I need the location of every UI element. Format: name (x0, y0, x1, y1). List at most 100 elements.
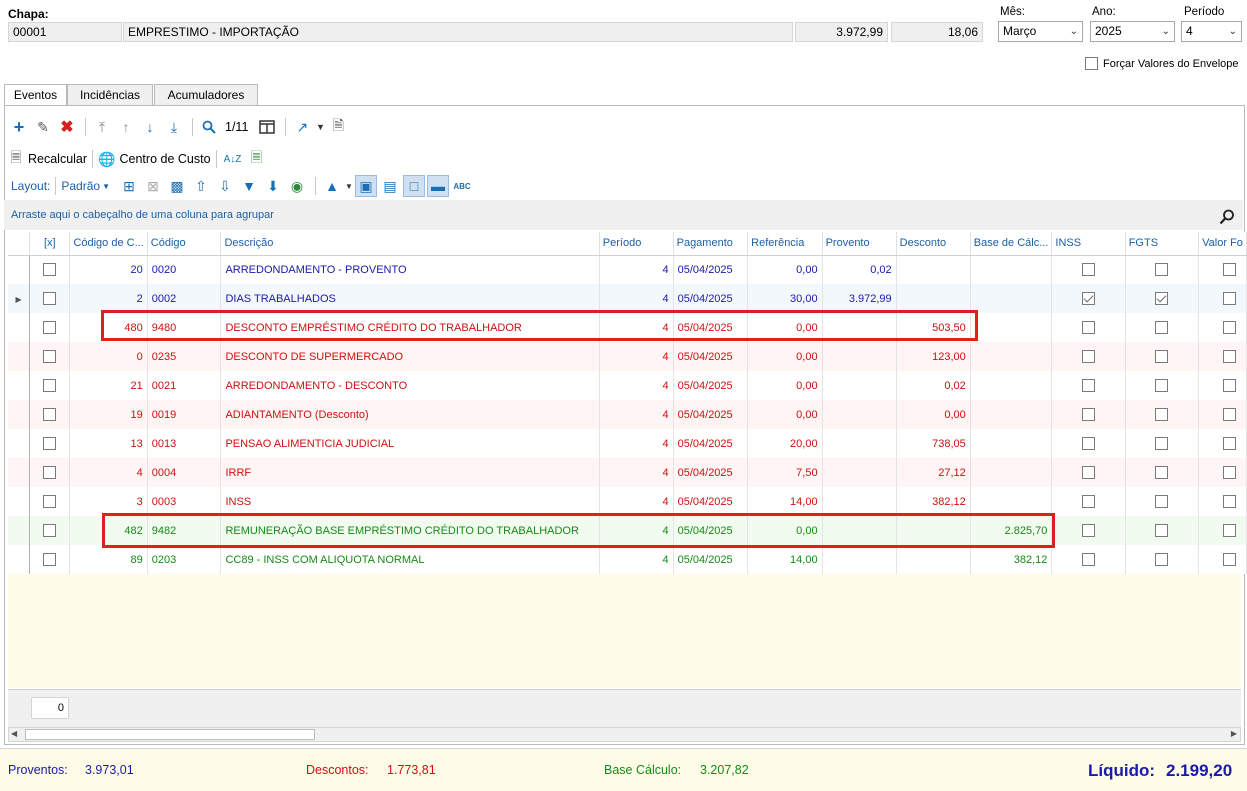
cell-valor-fo[interactable] (1198, 545, 1247, 574)
fgts-checkbox[interactable] (1155, 437, 1169, 450)
report-icon[interactable]: 🗏 (246, 148, 268, 170)
valor-fo-checkbox[interactable] (1223, 292, 1237, 305)
cell-valor-fo[interactable] (1198, 429, 1247, 458)
row-select-cell[interactable] (29, 487, 71, 516)
search-icon[interactable] (198, 116, 220, 138)
cell-inss[interactable] (1051, 371, 1126, 400)
cell-inss[interactable] (1051, 458, 1126, 487)
column-header-select[interactable]: [x] (29, 232, 71, 256)
inss-checkbox[interactable] (1082, 379, 1096, 392)
cell-valor-fo[interactable] (1198, 313, 1247, 342)
fgts-checkbox[interactable] (1155, 495, 1169, 508)
color-icon[interactable]: ◉ (286, 175, 308, 197)
tab-acumuladores[interactable]: Acumuladores (154, 84, 258, 106)
table-row[interactable]: 3 0003 INSS 4 05/04/2025 14,00 382,12 (8, 487, 1247, 516)
cell-fgts[interactable] (1125, 371, 1200, 400)
cell-inss[interactable] (1051, 255, 1126, 284)
valor-fo-checkbox[interactable] (1223, 437, 1237, 450)
row-select-cell[interactable] (29, 458, 71, 487)
column-header-codigo-calculo[interactable]: Código de C... (69, 232, 148, 256)
add-layout-icon[interactable]: ⊞ (118, 175, 140, 197)
upload-layout-icon[interactable]: ⇧ (190, 175, 212, 197)
row-select-checkbox[interactable] (43, 379, 57, 392)
cell-fgts[interactable] (1125, 429, 1200, 458)
inss-checkbox[interactable] (1082, 292, 1096, 305)
cell-fgts[interactable] (1125, 342, 1200, 371)
inss-checkbox[interactable] (1082, 263, 1096, 277)
next-record-icon[interactable]: ↓ (139, 116, 161, 138)
row-select-cell[interactable] (29, 545, 71, 574)
row-select-checkbox[interactable] (43, 350, 57, 363)
cell-fgts[interactable] (1125, 458, 1200, 487)
table-row[interactable]: 0 0235 DESCONTO DE SUPERMERCADO 4 05/04/2025… (8, 342, 1247, 371)
column-header-inss[interactable]: INSS (1051, 232, 1126, 256)
cell-valor-fo[interactable] (1198, 255, 1247, 284)
chevron-down-icon[interactable]: ▼ (345, 175, 353, 197)
columns-icon[interactable] (256, 116, 278, 138)
table-row[interactable]: 480 9480 DESCONTO EMPRÉSTIMO CRÉDITO DO TR… (8, 313, 1247, 342)
valor-fo-checkbox[interactable] (1223, 524, 1237, 537)
cell-valor-fo[interactable] (1198, 371, 1247, 400)
cell-fgts[interactable] (1125, 516, 1200, 545)
centro-custo-button[interactable]: Centro de Custo (120, 152, 211, 166)
cell-valor-fo[interactable] (1198, 342, 1247, 371)
row-select-cell[interactable] (29, 255, 71, 284)
header-toggle-icon[interactable]: □ (403, 175, 425, 197)
cell-inss[interactable] (1051, 487, 1126, 516)
cell-valor-fo[interactable] (1198, 284, 1247, 313)
scroll-right-icon[interactable]: ▶ (1231, 729, 1237, 738)
table-row[interactable]: 482 9482 REMUNERAÇÃO BASE EMPRÉSTIMO CRÉDI… (8, 516, 1247, 545)
cell-fgts[interactable] (1125, 545, 1200, 574)
save-layout-icon[interactable]: ▩ (166, 175, 188, 197)
table-row[interactable]: 13 0013 PENSAO ALIMENTICIA JUDICIAL 4 05/04/… (8, 429, 1247, 458)
forcar-valores-checkbox-row[interactable]: Forçar Valores do Envelope (1085, 57, 1239, 70)
cell-fgts[interactable] (1125, 313, 1200, 342)
inss-checkbox[interactable] (1082, 553, 1096, 566)
cell-valor-fo[interactable] (1198, 516, 1247, 545)
cell-inss[interactable] (1051, 313, 1126, 342)
document-icon[interactable]: 🗎 (327, 116, 349, 138)
first-record-icon[interactable]: ⤒ (91, 116, 113, 138)
chevron-down-icon[interactable]: ▼ (102, 182, 110, 191)
column-header-descricao[interactable]: Descrição (220, 232, 600, 256)
column-header-periodo[interactable]: Período (599, 232, 674, 256)
column-header-valor-fo[interactable]: Valor Fo (1198, 232, 1247, 256)
pin-icon[interactable]: ⬇ (262, 175, 284, 197)
layout-select[interactable]: Padrão (61, 179, 100, 193)
valor-fo-checkbox[interactable] (1223, 408, 1237, 421)
fgts-checkbox[interactable] (1155, 466, 1169, 479)
fgts-checkbox[interactable] (1155, 379, 1169, 392)
row-select-cell[interactable] (29, 371, 71, 400)
valor-fo-checkbox[interactable] (1223, 466, 1237, 479)
cell-valor-fo[interactable] (1198, 487, 1247, 516)
valor-fo-checkbox[interactable] (1223, 553, 1237, 566)
row-select-checkbox[interactable] (43, 495, 57, 508)
download-layout-icon[interactable]: ⇩ (214, 175, 236, 197)
cell-inss[interactable] (1051, 342, 1126, 371)
row-select-cell[interactable] (29, 400, 71, 429)
cell-fgts[interactable] (1125, 284, 1200, 313)
group-by-panel[interactable]: Arraste aqui o cabeçalho de uma coluna p… (4, 200, 1243, 230)
cell-inss[interactable] (1051, 545, 1126, 574)
row-select-checkbox[interactable] (43, 408, 57, 421)
split-view-icon[interactable]: ▤ (379, 175, 401, 197)
row-select-checkbox[interactable] (43, 524, 57, 537)
row-select-cell[interactable] (29, 342, 71, 371)
inss-checkbox[interactable] (1082, 466, 1096, 479)
row-select-checkbox[interactable] (43, 263, 57, 277)
inss-checkbox[interactable] (1082, 408, 1096, 421)
inss-checkbox[interactable] (1082, 437, 1096, 450)
tab-incidencias[interactable]: Incidências (67, 84, 153, 106)
row-select-cell[interactable] (29, 313, 71, 342)
footer-toggle-icon[interactable]: ▣ (355, 175, 377, 197)
cell-valor-fo[interactable] (1198, 458, 1247, 487)
table-row[interactable]: 89 0203 CC89 - INSS COM ALIQUOTA NORMAL 4 05… (8, 545, 1247, 574)
recalcular-button[interactable]: Recalcular (28, 152, 87, 166)
periodo-select[interactable]: 4 ⌄ (1181, 21, 1242, 42)
ano-select[interactable]: 2025 ⌄ (1090, 21, 1175, 42)
table-row[interactable]: 21 0021 ARREDONDAMENTO - DESCONTO 4 05/04/20… (8, 371, 1247, 400)
inss-checkbox[interactable] (1082, 350, 1096, 363)
previous-record-icon[interactable]: ↑ (115, 116, 137, 138)
row-select-cell[interactable] (29, 429, 71, 458)
table-row[interactable]: 20 0020 ARREDONDAMENTO - PROVENTO 4 05/04/20… (8, 255, 1247, 284)
